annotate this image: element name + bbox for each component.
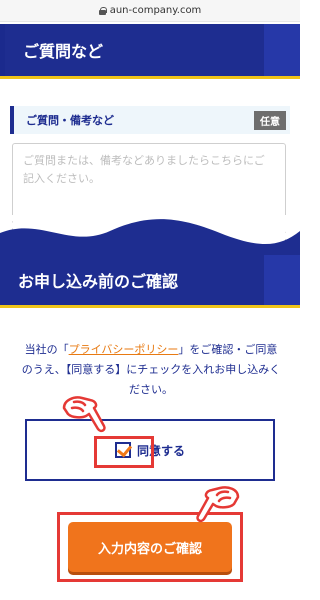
- url-text: aun-company.com: [109, 5, 202, 16]
- browser-url-bar[interactable]: aun-company.com: [0, 0, 300, 22]
- lock-icon: [98, 6, 107, 15]
- notice-prefix: 当社の「: [24, 343, 69, 356]
- section-header-questions: ご質問など: [0, 24, 300, 76]
- section-title-questions: ご質問など: [23, 42, 104, 61]
- section-header-confirm: お申し込み前のご確認: [0, 255, 300, 305]
- confirm-button-label: 入力内容のご確認: [97, 541, 202, 557]
- optional-badge: 任意: [254, 110, 286, 130]
- header-accent-line: [0, 76, 300, 79]
- pointing-hand-icon: [62, 396, 106, 433]
- pointing-hand-icon: [196, 486, 240, 523]
- privacy-policy-link[interactable]: プライバシーポリシー: [69, 343, 179, 356]
- field-label: ご質問・備考など: [26, 114, 114, 127]
- header-accent-line: [0, 305, 300, 308]
- field-label-row: ご質問・備考など 任意: [10, 106, 290, 134]
- section-break-wave: [0, 215, 300, 260]
- privacy-notice: 当社の「プライバシーポリシー」をご確認・ご同意のうえ、【同意する】にチェックを入…: [20, 340, 282, 400]
- textarea-placeholder: ご質問または、備考などありましたらこちらにご記入ください。: [23, 154, 265, 185]
- section-title-confirm: お申し込み前のご確認: [18, 272, 179, 291]
